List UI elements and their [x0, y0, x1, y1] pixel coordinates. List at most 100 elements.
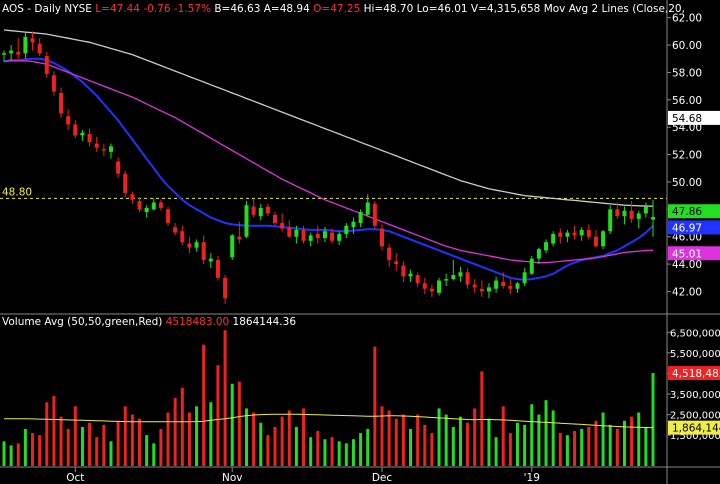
candle-body — [415, 275, 420, 284]
candle — [601, 229, 606, 250]
candle — [280, 213, 285, 232]
candle-body — [23, 36, 28, 54]
candle-body — [59, 92, 64, 114]
ma50-badge: 45.01 — [668, 246, 720, 261]
volume-bar — [2, 441, 6, 466]
candle — [558, 228, 563, 244]
volume-bar — [651, 373, 655, 466]
volume-bar — [66, 428, 70, 466]
candle-body — [558, 232, 563, 237]
candle-body — [87, 134, 92, 143]
volume-bar — [173, 398, 177, 466]
volume-bar — [444, 414, 448, 466]
candle-body — [593, 236, 598, 247]
candle — [108, 143, 113, 159]
candle — [230, 233, 235, 260]
candle-body — [201, 242, 206, 260]
candle-body — [223, 277, 228, 299]
ma50-badge-text: 45.01 — [672, 248, 702, 260]
volume-bar — [294, 426, 298, 466]
price-tick-label: 44.00 — [672, 259, 702, 271]
candle-body — [465, 272, 470, 285]
candle — [187, 236, 192, 254]
candle-body — [51, 75, 56, 92]
candle — [173, 223, 178, 236]
axes: 62.0060.0058.0056.0054.0052.0050.0048.00… — [0, 0, 720, 484]
candle-body — [544, 242, 549, 251]
volume-bar — [466, 422, 470, 466]
candle-body — [166, 209, 171, 224]
candle — [2, 50, 6, 62]
candle-body — [515, 283, 520, 289]
candle-body — [615, 209, 620, 217]
candle — [337, 231, 342, 245]
volume-bar — [544, 400, 548, 466]
candle-body — [301, 229, 306, 241]
volume-bar — [344, 443, 348, 466]
candle — [458, 266, 463, 282]
candle — [372, 201, 377, 229]
volume-bar — [551, 410, 555, 466]
volume-bar — [88, 422, 92, 466]
candle-body — [116, 161, 121, 174]
price-pane[interactable]: 48.80 — [0, 29, 667, 304]
volume-bar — [31, 433, 35, 466]
candle-body — [108, 146, 113, 152]
candle — [536, 247, 541, 265]
candle-body — [508, 285, 513, 289]
volume-bar — [359, 433, 363, 466]
volume-bar — [423, 424, 427, 466]
volume-bar — [223, 330, 227, 466]
stock-chart[interactable]: 48.80 62.0060.0058.0056.0054.0052.0050.0… — [0, 0, 720, 484]
volume-tick-label: 2,500,000 — [670, 411, 720, 422]
volume-bar — [380, 406, 384, 466]
candle — [629, 201, 634, 224]
candle-body — [444, 279, 449, 281]
candle — [180, 225, 185, 245]
volume-pane[interactable] — [2, 330, 655, 466]
volume-bar — [216, 365, 220, 466]
volume-bar — [487, 418, 491, 466]
volume-tick-label: 6,500,000 — [670, 328, 720, 339]
volume-bar — [59, 416, 63, 466]
candle-body — [608, 209, 613, 232]
candle — [116, 157, 121, 178]
candle — [586, 224, 591, 240]
volume-bar — [38, 435, 42, 466]
candle-body — [372, 203, 377, 226]
candle — [166, 206, 171, 226]
candle-body — [187, 243, 192, 248]
candle — [622, 206, 627, 225]
volume-bar — [273, 426, 277, 466]
candle-body — [237, 236, 242, 240]
volume-bar — [23, 428, 27, 466]
price-tick-label: 62.00 — [672, 13, 702, 25]
volume-bar — [159, 428, 163, 466]
volume-bar — [52, 396, 56, 466]
candle-body — [265, 206, 270, 214]
volume-bar — [594, 420, 598, 466]
candle — [30, 31, 35, 51]
candle — [593, 229, 598, 248]
volume-bar — [608, 424, 612, 466]
volume-bar — [152, 443, 156, 466]
time-tick-label: Dec — [372, 472, 393, 484]
volume-bar — [601, 412, 605, 466]
volume-bar — [565, 435, 569, 466]
candle-body — [479, 288, 484, 292]
candle — [529, 255, 534, 276]
candle — [394, 253, 399, 271]
candle — [308, 232, 313, 247]
candle — [251, 198, 256, 218]
candle-body — [472, 284, 477, 288]
candle-body — [144, 207, 149, 213]
candle — [387, 243, 392, 267]
candle-body — [437, 280, 442, 293]
time-tick-label: Oct — [66, 472, 84, 484]
candle-body — [215, 259, 220, 278]
volume-bar — [409, 428, 413, 466]
ma200-badge-text: 54.68 — [672, 113, 702, 125]
candle — [258, 203, 263, 221]
candle-body — [30, 38, 35, 43]
candle — [451, 259, 456, 281]
